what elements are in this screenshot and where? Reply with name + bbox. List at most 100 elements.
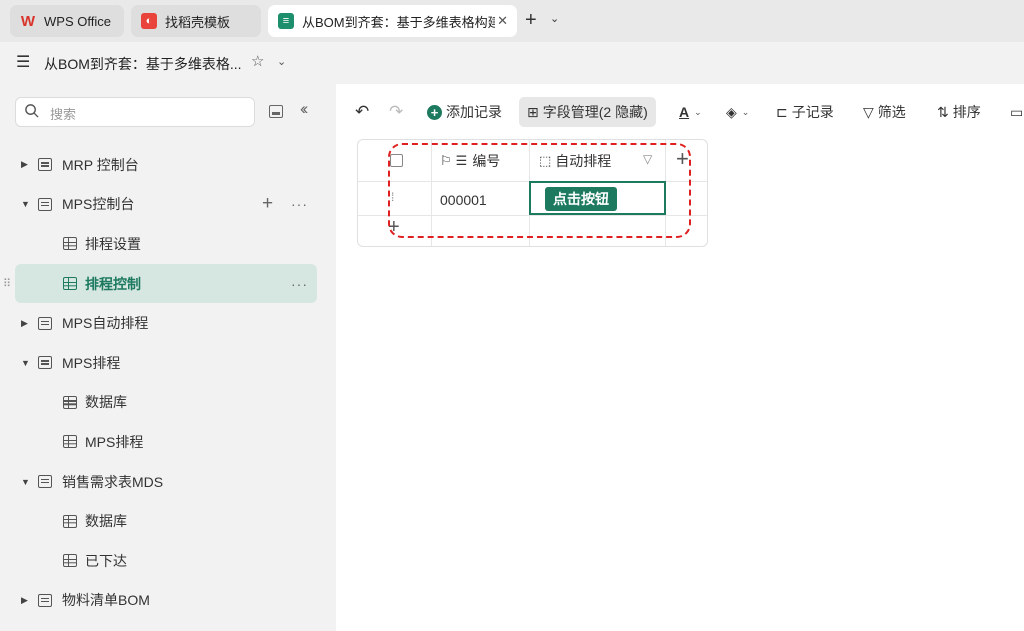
table-icon	[63, 514, 77, 528]
sidebar: 搜索 ‹‹ ▶ MRP 控制台 ▼ MPS控制台 + ··· 排程设置 ⠿ 排程…	[0, 84, 336, 631]
sidebar-item-mps-schedule-table[interactable]: MPS排程	[0, 422, 336, 462]
new-tab-button[interactable]: +	[525, 8, 537, 32]
column-header-auto-schedule[interactable]: ⬚ 自动排程	[539, 140, 611, 181]
sidebar-item-label: 数据库	[85, 513, 127, 530]
sidebar-item-bom[interactable]: ▶ 物料清单BOM	[0, 581, 336, 621]
click-action-button[interactable]: 点击按钮	[545, 187, 617, 211]
chevron-down-icon[interactable]: ⌄	[277, 55, 286, 68]
sidebar-item-schedule-control[interactable]: ⠿ 排程控制 ···	[3, 263, 317, 304]
add-column-button[interactable]: +	[676, 146, 689, 172]
undo-icon[interactable]: ↶	[355, 97, 369, 127]
sidebar-item-label: 排程设置	[85, 235, 141, 252]
sort-icon: ⇅	[937, 103, 949, 120]
filter-button[interactable]: ▽ 筛选	[863, 97, 906, 127]
add-record-label: 添加记录	[446, 104, 502, 120]
drag-handle-icon[interactable]: ⠿	[3, 277, 11, 290]
sub-record-button[interactable]: ⊏ 子记录	[776, 97, 834, 127]
sidebar-item-label: MRP 控制台	[62, 156, 139, 173]
list-icon	[38, 197, 52, 211]
collapse-sidebar-icon[interactable]: ‹‹	[300, 99, 309, 119]
expand-arrow-icon[interactable]: ▶	[21, 595, 28, 606]
sidebar-item-label: 销售需求表MDS	[62, 473, 164, 490]
column-header-label: 自动排程	[555, 152, 612, 169]
sidebar-item-database[interactable]: 数据库	[0, 383, 336, 423]
expand-arrow-icon[interactable]: ▶	[21, 159, 28, 170]
sidebar-nav: ▶ MRP 控制台 ▼ MPS控制台 + ··· 排程设置 ⠿ 排程控制 ···…	[0, 145, 336, 620]
sort-button[interactable]: ⇅ 排序	[937, 97, 981, 127]
add-icon[interactable]: +	[262, 193, 273, 215]
table-icon	[63, 277, 77, 291]
text-color-button[interactable]: A ⌄	[679, 97, 702, 127]
sidebar-item-mps-console[interactable]: ▼ MPS控制台 + ···	[0, 185, 336, 225]
collapse-arrow-icon[interactable]: ▼	[21, 477, 30, 487]
cell-auto-schedule[interactable]: 点击按钮	[529, 181, 666, 215]
number-list-icon: ☰	[455, 152, 468, 168]
search-input[interactable]: 搜索	[15, 97, 255, 127]
sidebar-item-mps-auto-schedule[interactable]: ▶ MPS自动排程	[0, 303, 336, 343]
tab-label: WPS Office	[44, 13, 111, 29]
sidebar-item-label: 数据库	[85, 394, 127, 411]
field-manage-label: 字段管理(2 隐藏)	[542, 104, 648, 120]
search-icon	[25, 104, 39, 118]
folder-icon[interactable]: ▭	[1010, 97, 1023, 127]
sidebar-item-label: MPS排程	[62, 354, 121, 371]
tab-wps-office[interactable]: W WPS Office	[10, 5, 124, 37]
add-record-button[interactable]: + 添加记录	[427, 97, 502, 127]
tab-active-document[interactable]: ≡ 从BOM到齐套：基于多维表格构建 ✕	[268, 5, 517, 37]
filter-icon: ▽	[863, 103, 874, 120]
data-grid: ⚐ ☰ 编号 ⬚ 自动排程 ▽ + ⁞ 000001 点击按钮 +	[357, 139, 708, 247]
sub-record-label: 子记录	[791, 104, 834, 120]
row-drag-handle-icon[interactable]: ⁞	[391, 190, 394, 204]
sidebar-item-label: MPS自动排程	[62, 315, 149, 332]
collapse-arrow-icon[interactable]: ▼	[21, 199, 30, 209]
docer-icon: ◐	[141, 13, 157, 29]
browser-tab-bar: W WPS Office ◐ 找稻壳模板 ≡ 从BOM到齐套：基于多维表格构建 …	[0, 0, 1024, 42]
menu-icon[interactable]: ☰	[16, 52, 30, 72]
list-icon	[38, 475, 52, 489]
cell-id[interactable]: 000001	[440, 192, 487, 208]
add-row-button[interactable]: +	[388, 216, 400, 239]
tab-label: 从BOM到齐套：基于多维表格构建	[302, 14, 501, 30]
select-all-checkbox[interactable]	[390, 154, 403, 167]
sidebar-item-sales-demand-mds[interactable]: ▼ 销售需求表MDS	[0, 462, 336, 502]
sidebar-item-released[interactable]: 已下达	[0, 541, 336, 581]
sidebar-item-schedule-settings[interactable]: 排程设置	[0, 224, 336, 264]
fill-color-button[interactable]: ◈ ⌄	[726, 97, 749, 127]
multi-dim-table-icon: ≡	[278, 13, 294, 29]
table-icon	[63, 237, 77, 251]
more-icon[interactable]: ···	[291, 276, 308, 292]
list-icon	[38, 316, 52, 330]
field-manage-button[interactable]: ⊞ 字段管理(2 隐藏)	[519, 97, 656, 127]
tab-docer[interactable]: ◐ 找稻壳模板	[131, 5, 261, 37]
list-icon	[38, 356, 52, 370]
chevron-down-icon: ⌄	[694, 106, 702, 117]
close-icon[interactable]: ✕	[495, 13, 508, 29]
filter-label: 筛选	[877, 104, 906, 120]
flag-icon: ⚐	[440, 152, 452, 168]
sidebar-item-mps-schedule[interactable]: ▼ MPS排程	[0, 343, 336, 383]
expand-arrow-icon[interactable]: ▶	[21, 318, 28, 329]
redo-icon[interactable]: ↷	[389, 97, 403, 127]
chevron-down-icon[interactable]: ⌄	[550, 12, 559, 25]
sidebar-item-label: MPS排程	[85, 433, 144, 450]
collapse-arrow-icon[interactable]: ▼	[21, 358, 30, 368]
star-icon[interactable]: ☆	[251, 52, 264, 70]
panel-toggle-icon[interactable]	[269, 105, 283, 118]
search-placeholder: 搜索	[50, 107, 77, 122]
filter-icon[interactable]: ▽	[643, 152, 652, 166]
more-icon[interactable]: ···	[291, 196, 308, 212]
sidebar-item-mrp-console[interactable]: ▶ MRP 控制台	[0, 145, 336, 185]
text-color-icon: A	[679, 104, 690, 120]
sidebar-item-database[interactable]: 数据库	[0, 501, 336, 541]
sidebar-item-label: MPS控制台	[62, 196, 135, 213]
sort-label: 排序	[952, 104, 981, 120]
sidebar-item-label: 物料清单BOM	[62, 592, 150, 609]
list-icon	[38, 158, 52, 172]
document-title[interactable]: 从BOM到齐套：基于多维表格...	[44, 54, 242, 74]
list-icon	[38, 593, 52, 607]
plus-circle-icon: +	[427, 104, 442, 120]
table-toolbar: ↶ ↷ + 添加记录 ⊞ 字段管理(2 隐藏) A ⌄ ◈ ⌄ ⊏ 子记录 ▽ …	[336, 84, 1024, 138]
grid-icon: ⊞	[527, 103, 539, 120]
column-header-id[interactable]: ⚐ ☰ 编号	[440, 140, 500, 181]
wps-logo-icon: W	[20, 12, 36, 30]
